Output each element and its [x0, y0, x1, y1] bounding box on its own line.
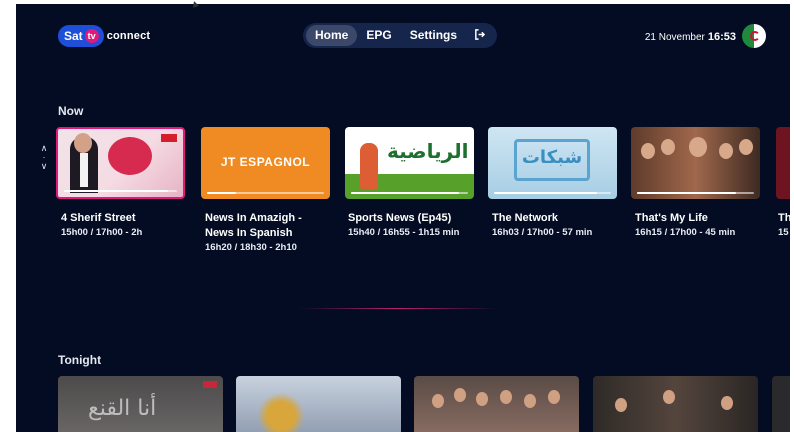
- card-title-line: 4 Sherif Street: [61, 212, 136, 224]
- card-time: 15: [778, 227, 789, 238]
- cast-face: [661, 139, 675, 155]
- clock: 21 November 16:53: [645, 31, 736, 43]
- logo-brand: Sat: [64, 29, 83, 43]
- card-time: 15h00 / 17h00 - 2h: [61, 227, 143, 238]
- progress-fill: [351, 192, 459, 194]
- clock-date: 21 November: [644, 32, 705, 43]
- section-title-tonight: Tonight: [58, 353, 102, 367]
- cast-face: [719, 143, 733, 159]
- aljazeera-logo-art: [256, 386, 306, 432]
- card-title: News In Amazigh - News In Spanish: [205, 211, 302, 241]
- section-title-now: Now: [58, 104, 84, 118]
- logout-icon[interactable]: [468, 28, 491, 43]
- card-title: Sports News (Ep45): [348, 211, 451, 226]
- card-title-line: Th: [778, 212, 790, 224]
- now-card-6[interactable]: [776, 127, 790, 199]
- card-time: 16h20 / 18h30 - 2h10: [205, 242, 297, 253]
- tonight-card-4[interactable]: [593, 376, 758, 432]
- now-card-1[interactable]: [56, 127, 185, 199]
- card-art-text: شبكات: [521, 147, 583, 168]
- now-card-5[interactable]: [631, 127, 760, 199]
- presenter-shirt: [80, 153, 88, 187]
- card-title: 4 Sherif Street: [61, 211, 136, 226]
- logo-suffix: connect: [106, 30, 151, 42]
- tonight-card-1[interactable]: أنا القنع: [58, 376, 223, 432]
- progress-fill: [207, 192, 237, 194]
- card-art-text: أنا القنع: [88, 396, 157, 421]
- card-title-line: The Network: [492, 212, 559, 224]
- now-card-2[interactable]: JT ESPAGNOL: [201, 127, 330, 199]
- progress-fill: [494, 192, 597, 194]
- progress-fill: [637, 192, 737, 194]
- card-title-line: News In Amazigh -: [205, 212, 302, 224]
- crescent-shape: [750, 31, 760, 41]
- logo-pill: Sat tv: [58, 25, 104, 47]
- cast-face: [476, 392, 488, 406]
- now-card-3[interactable]: الرياضية: [345, 127, 474, 199]
- cast-face: [500, 390, 512, 404]
- progress-bar: [207, 192, 324, 194]
- cast-face: [524, 394, 536, 408]
- cast-face: [454, 388, 466, 402]
- footballer-figure: [360, 143, 378, 189]
- chevron-down-icon[interactable]: ∨: [38, 162, 50, 171]
- cast-face: [432, 394, 444, 408]
- card-title: That's My Life: [635, 211, 708, 226]
- logo-tv-badge: tv: [84, 29, 99, 43]
- clock-time: 16:53: [707, 31, 736, 43]
- section-divider: [298, 308, 498, 309]
- nav-epg[interactable]: EPG: [357, 25, 400, 46]
- cast-face: [641, 143, 655, 159]
- nav-settings[interactable]: Settings: [401, 25, 466, 46]
- progress-bar: [637, 192, 754, 194]
- progress-bar: [351, 192, 468, 194]
- card-title-line: Sports News (Ep45): [348, 212, 452, 224]
- now-card-4[interactable]: شبكات: [488, 127, 617, 199]
- cast-face: [615, 398, 627, 412]
- app-screen: Sat tv connect Home EPG Settings 21 Novem…: [16, 4, 790, 432]
- progress-bar: [64, 190, 177, 192]
- card-time: 15h40 / 16h55 - 1h15 min: [348, 227, 460, 238]
- cast-face: [689, 137, 707, 157]
- satv-connect-logo[interactable]: Sat tv connect: [58, 25, 150, 47]
- cast-face: [663, 390, 675, 404]
- algeria-flag-icon[interactable]: [742, 24, 766, 48]
- main-nav: Home EPG Settings: [303, 23, 497, 48]
- card-time: 16h03 / 17h00 - 57 min: [492, 227, 593, 238]
- progress-bar: [494, 192, 611, 194]
- card-title: The Network: [492, 211, 558, 226]
- tonight-card-3[interactable]: [414, 376, 579, 432]
- cast-face: [721, 396, 733, 410]
- channel-badge: [203, 381, 217, 388]
- card-art-text: الرياضية: [387, 139, 469, 163]
- cast-face: [548, 390, 560, 404]
- row-scroll-arrows[interactable]: ∧ · ∨: [38, 144, 50, 171]
- presenter-head: [74, 133, 92, 153]
- tonight-card-5[interactable]: [772, 376, 790, 432]
- card-title-line: News In Spanish: [205, 227, 293, 239]
- card-title-line: That's My Life: [635, 212, 708, 224]
- card-art-text: JT ESPAGNOL: [220, 155, 311, 169]
- channel-badge: [161, 134, 177, 142]
- logout-icon-svg: [475, 28, 486, 40]
- tonight-card-2[interactable]: [236, 376, 401, 432]
- show-logo-art: [108, 137, 152, 175]
- nav-home[interactable]: Home: [306, 25, 358, 46]
- cast-face: [739, 139, 753, 155]
- card-title: Th: [778, 211, 790, 226]
- card-time: 16h15 / 17h00 - 45 min: [635, 227, 736, 238]
- progress-fill: [64, 190, 168, 192]
